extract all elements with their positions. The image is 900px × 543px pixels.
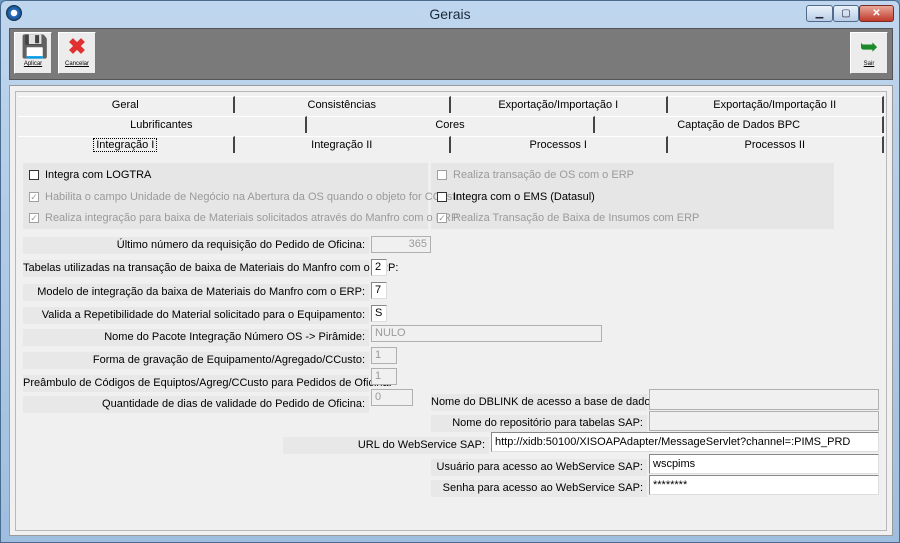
realiza-baixa-insumos-label: Realiza Transação de Baixa de Insumos co…: [453, 212, 700, 224]
habilita-unidade-checkbox[interactable]: ✓ Habilita o campo Unidade de Negócio na…: [29, 191, 461, 203]
integra-logtra-label: Integra com LOGTRA: [45, 169, 152, 181]
nome-repositorio-label: Nome do repositório para tabelas SAP:: [431, 415, 647, 432]
forma-gravacao-input[interactable]: 1: [371, 347, 397, 364]
tab-row-2: Lubrificantes Cores Captação de Dados BP…: [18, 116, 885, 133]
checkbox-box[interactable]: ✓: [29, 213, 39, 223]
cancel-x-icon: ✖: [67, 34, 87, 59]
tab-lubrificantes[interactable]: Lubrificantes: [18, 116, 307, 133]
exit-door-icon: ➥: [859, 34, 879, 59]
valida-repetibilidade-label: Valida a Repetibilidade do Material soli…: [23, 307, 369, 324]
realiza-transacao-os-checkbox[interactable]: Realiza transação de OS com o ERP: [437, 169, 634, 181]
usuario-webservice-input[interactable]: wscpims: [649, 454, 879, 474]
realiza-baixa-insumos-checkbox[interactable]: ✓ Realiza Transação de Baixa de Insumos …: [437, 212, 699, 224]
tab-cores[interactable]: Cores: [306, 116, 596, 133]
tabelas-utilizadas-label: Tabelas utilizadas na transação de baixa…: [23, 260, 398, 277]
maximize-button[interactable]: ▢: [833, 5, 859, 22]
senha-webservice-input[interactable]: ********: [649, 475, 879, 495]
nome-repositorio-input[interactable]: [649, 411, 879, 431]
tab-captacao-dados-bpc[interactable]: Captação de Dados BPC: [595, 116, 885, 133]
integra-ems-checkbox[interactable]: Integra com o EMS (Datasul): [437, 191, 595, 203]
tab-exportacao-importacao-ii[interactable]: Exportação/Importação II: [667, 96, 884, 113]
nome-pacote-label: Nome do Pacote Integração Número OS -> P…: [23, 329, 369, 346]
url-webservice-label: URL do WebService SAP:: [283, 437, 489, 454]
preambulo-input[interactable]: 1: [371, 368, 397, 385]
modelo-integracao-label: Modelo de integração da baixa de Materia…: [23, 284, 369, 301]
nome-dblink-label: Nome do DBLINK de acesso a base de dados…: [431, 394, 659, 411]
toolbar: 💾 Aplicar ✖ Cancelar ➥ Sair: [9, 28, 893, 80]
habilita-unidade-label: Habilita o campo Unidade de Negócio na A…: [45, 191, 462, 203]
sair-label: Sair: [863, 61, 875, 67]
close-button[interactable]: ✕: [859, 5, 894, 22]
sair-button[interactable]: ➥ Sair: [850, 32, 888, 74]
senha-webservice-label: Senha para acesso ao WebService SAP:: [431, 480, 647, 497]
tab-processos-i[interactable]: Processos I: [451, 136, 668, 153]
cancelar-label: Cancelar: [64, 61, 89, 67]
checkbox-box[interactable]: [437, 170, 447, 180]
tab-geral[interactable]: Geral: [18, 96, 235, 113]
nome-pacote-input[interactable]: NULO: [371, 325, 602, 342]
main-window: Gerais ▁ ▢ ✕ 💾 Aplicar ✖ Cancelar ➥ Sair…: [0, 0, 900, 543]
realiza-integracao-label: Realiza integração para baixa de Materia…: [45, 212, 459, 224]
tab-row-3: Integração I Integração II Processos I P…: [18, 136, 884, 153]
tab-exportacao-importacao-i[interactable]: Exportação/Importação I: [451, 96, 668, 113]
nome-dblink-input[interactable]: [649, 389, 879, 410]
realiza-transacao-os-label: Realiza transação de OS com o ERP: [453, 169, 634, 181]
window-title: Gerais: [429, 6, 471, 22]
minimize-button[interactable]: ▁: [806, 5, 833, 22]
tab-processos-ii[interactable]: Processos II: [667, 136, 884, 153]
forma-gravacao-label: Forma de gravação de Equipamento/Agregad…: [23, 352, 369, 369]
tab-integracao-ii[interactable]: Integração II: [234, 136, 451, 153]
tabelas-utilizadas-input[interactable]: 2: [371, 259, 387, 276]
aplicar-label: Aplicar: [23, 61, 43, 67]
cancelar-button[interactable]: ✖ Cancelar: [58, 32, 96, 74]
aplicar-button[interactable]: 💾 Aplicar: [14, 32, 52, 74]
floppy-disk-icon: 💾: [21, 34, 49, 59]
integra-logtra-checkbox[interactable]: Integra com LOGTRA: [29, 169, 151, 181]
usuario-webservice-label: Usuário para acesso ao WebService SAP:: [431, 459, 647, 476]
ultimo-numero-label: Último número da requisição do Pedido de…: [23, 237, 369, 254]
checkbox-box[interactable]: ✓: [437, 213, 447, 223]
checkbox-box[interactable]: ✓: [29, 192, 39, 202]
title-bar: Gerais ▁ ▢ ✕: [1, 1, 899, 27]
checkbox-box[interactable]: [437, 192, 447, 202]
quantidade-dias-input[interactable]: 0: [371, 389, 413, 406]
quantidade-dias-label: Quantidade de dias de validade do Pedido…: [23, 396, 369, 413]
modelo-integracao-input[interactable]: 7: [371, 282, 387, 299]
tab-consistencias[interactable]: Consistências: [234, 96, 451, 113]
integra-ems-label: Integra com o EMS (Datasul): [453, 191, 595, 203]
ultimo-numero-input[interactable]: 365: [371, 236, 431, 253]
realiza-integracao-checkbox[interactable]: ✓ Realiza integração para baixa de Mater…: [29, 212, 458, 224]
checkbox-box[interactable]: [29, 170, 39, 180]
url-webservice-input[interactable]: http://xidb:50100/XISOAPAdapter/MessageS…: [491, 432, 879, 452]
valida-repetibilidade-input[interactable]: S: [371, 305, 387, 322]
preambulo-label: Preâmbulo de Códigos de Equiptos/Agreg/C…: [23, 375, 392, 392]
tab-row-1: Geral Consistências Exportação/Importaçã…: [18, 96, 884, 113]
tab-integracao-i[interactable]: Integração I: [18, 136, 235, 153]
